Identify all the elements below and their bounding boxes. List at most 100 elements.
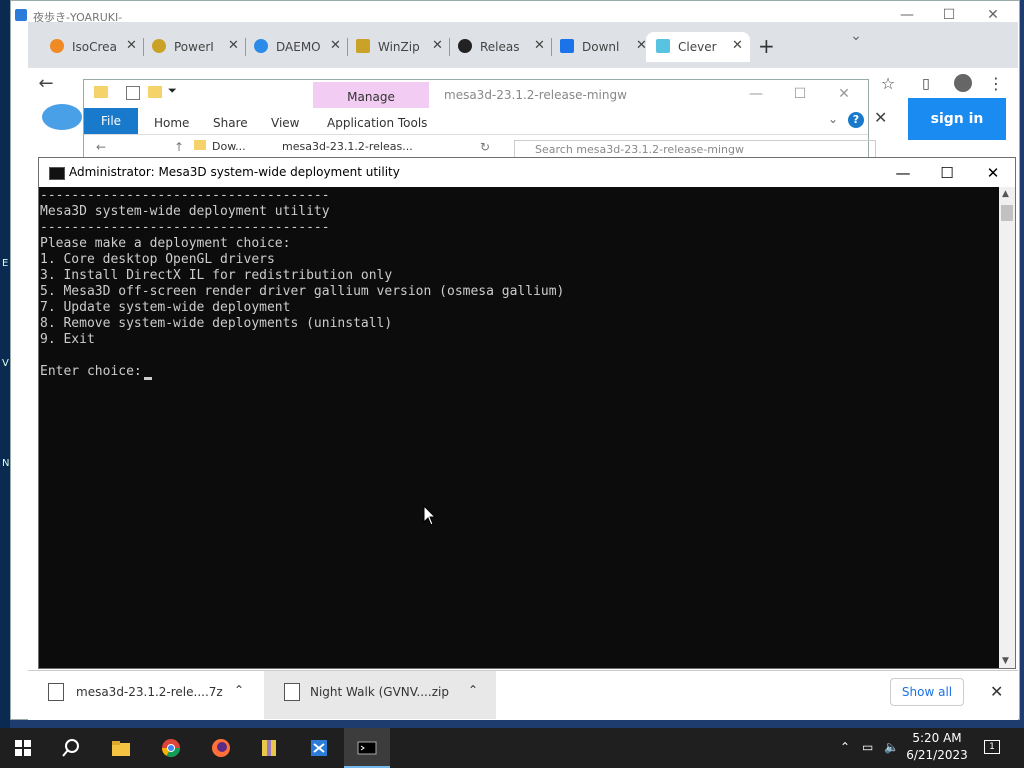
console-titlebar[interactable]: Administrator: Mesa3D system-wide deploy… [39,158,1015,187]
tab-label: IsoCrea [72,40,117,54]
profile-avatar[interactable] [954,74,972,92]
quick-access-dropdown-icon[interactable]: ⏷ [168,84,177,98]
archive-icon [262,740,276,756]
folder-icon [194,140,206,150]
up-icon[interactable]: ↑ [174,140,184,154]
chevron-up-icon[interactable]: ⌃ [840,740,850,754]
properties-icon[interactable] [126,86,140,100]
browser-tab[interactable]: PowerI ✕ [142,32,246,62]
console-icon [357,741,377,755]
explorer-titlebar[interactable]: ⏷ Manage mesa3d-23.1.2-release-mingw — ☐… [84,80,868,108]
scroll-down-icon[interactable]: ▼ [1002,656,1009,666]
chevron-up-icon[interactable]: ⌃ [234,683,244,697]
browser-tab-active[interactable]: Clever ✕ [646,32,750,62]
close-tab-icon[interactable]: ✕ [732,38,743,53]
close-icon[interactable]: ✕ [985,7,1001,23]
close-tab-icon[interactable]: ✕ [126,38,137,53]
console-output[interactable]: ------------------------------------- Me… [39,187,999,668]
search-icon [62,739,79,757]
download-item[interactable]: Night Walk (GVNV....zip ⌃ [264,671,496,719]
tab-home[interactable]: Home [154,116,189,130]
site-logo[interactable] [42,104,82,130]
network-icon[interactable]: ▭ [862,740,873,754]
ribbon-tabs [84,108,868,135]
winzip-icon [356,39,370,53]
manage-context-tab[interactable]: Manage [313,82,429,108]
poweriso-icon [152,39,166,53]
menu-kebab-icon[interactable]: ⋮ [988,76,1004,92]
volume-icon[interactable]: 🔈 [884,740,899,754]
taskbar-archive-app[interactable] [246,728,292,768]
taskbar-file-explorer[interactable] [98,728,144,768]
show-all-button[interactable]: Show all [890,678,964,706]
tab-label: Releas [480,40,520,54]
clock[interactable]: 5:20 AM 6/21/2023 [902,730,972,764]
tab-view[interactable]: View [271,116,299,130]
folder-icon [94,86,108,98]
cleverbot-icon [656,39,670,53]
start-button[interactable] [0,728,46,768]
console-line: Mesa3D system-wide deployment utility [40,204,330,219]
breadcrumb-prefix[interactable]: Dow... [212,140,246,153]
breadcrumb-folder[interactable]: mesa3d-23.1.2-releas... [282,140,413,153]
scrollbar-thumb[interactable] [1001,205,1013,221]
close-tab-icon[interactable]: ✕ [228,38,239,53]
windows-start-icon [15,740,31,756]
minimize-icon[interactable]: — [748,86,764,102]
console-line: Please make a deployment choice: [40,236,291,251]
console-line: 1. Core desktop OpenGL drivers [40,252,275,267]
browser-tab[interactable]: IsoCrea ✕ [40,32,144,62]
page-close-button[interactable]: ✕ [874,108,887,127]
taskbar-firefox[interactable] [198,728,244,768]
new-folder-icon[interactable] [148,86,162,98]
expand-ribbon-icon[interactable]: ⌄ [828,112,838,126]
chevron-up-icon[interactable]: ⌃ [468,683,478,697]
browser-tab[interactable]: Releas ✕ [448,32,552,62]
folder-icon [112,741,130,756]
close-tab-icon[interactable]: ✕ [534,38,545,53]
minimize-icon[interactable]: — [883,162,923,184]
scroll-up-icon[interactable]: ▲ [1002,189,1009,199]
maximize-icon[interactable]: ☐ [792,86,808,102]
file-tab[interactable]: File [84,108,138,134]
close-icon[interactable]: ✕ [973,162,1013,184]
bookmark-star-icon[interactable]: ☆ [880,76,896,92]
tab-label: Clever [678,40,717,54]
console-line: 5. Mesa3D off-screen render driver galli… [40,284,565,299]
desktop-edge: EVN [0,0,10,728]
notification-center-icon[interactable]: 1 [984,738,1000,754]
minimize-icon[interactable]: — [899,7,915,23]
maximize-icon[interactable]: ☐ [941,7,957,23]
close-shelf-button[interactable]: ✕ [990,682,1003,701]
downloads-shelf: mesa3d-23.1.2-rele....7z ⌃ Night Walk (G… [28,670,1018,719]
download-icon [560,39,574,53]
console-scrollbar[interactable]: ▲ ▼ [999,187,1015,668]
close-tab-icon[interactable]: ✕ [432,38,443,53]
side-panel-icon[interactable]: ▯ [918,76,934,92]
tab-share[interactable]: Share [213,116,248,130]
github-icon [458,39,472,53]
browser-tab[interactable]: Downl ✕ [550,32,654,62]
taskbar-chrome[interactable] [148,728,194,768]
help-button[interactable]: ? [848,112,864,128]
back-icon[interactable]: ← [38,75,54,93]
tab-application-tools[interactable]: Application Tools [327,116,427,130]
download-item[interactable]: mesa3d-23.1.2-rele....7z ⌃ [28,671,264,719]
taskbar-console[interactable] [344,728,390,768]
taskbar-app[interactable] [296,728,342,768]
browser-tab[interactable]: WinZip ✕ [346,32,450,62]
console-line: 9. Exit [40,332,95,347]
browser-tab[interactable]: DAEMO ✕ [244,32,348,62]
signin-button[interactable]: sign in [908,98,1006,140]
refresh-icon[interactable]: ↻ [480,140,490,154]
tab-search-icon[interactable]: ⌄ [848,28,864,44]
close-tab-icon[interactable]: ✕ [330,38,341,53]
close-icon[interactable]: ✕ [836,86,852,102]
tab-strip: IsoCrea ✕ PowerI ✕ DAEMO ✕ WinZip ✕ Rele… [28,22,1018,68]
back-icon[interactable]: ← [96,140,106,154]
new-tab-button[interactable]: + [758,34,775,58]
taskbar-search-button[interactable] [48,728,94,768]
maximize-icon[interactable]: ☐ [927,162,967,184]
console-window[interactable]: Administrator: Mesa3D system-wide deploy… [38,157,1016,669]
chrome-icon [162,739,180,758]
